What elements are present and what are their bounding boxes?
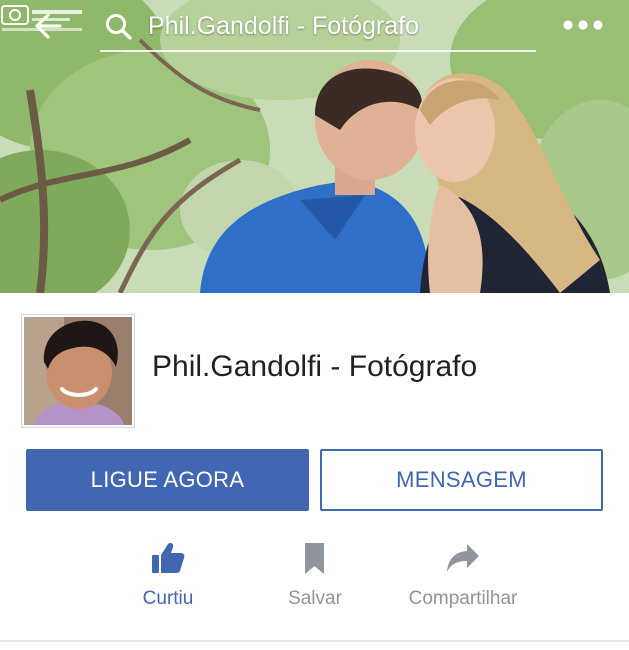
page-title: Phil.Gandolfi - Fotógrafo (152, 350, 478, 383)
profile-picture[interactable] (22, 315, 134, 427)
call-now-button[interactable]: LIGUE AGORA (26, 449, 309, 511)
like-action[interactable]: Curtiu (93, 540, 243, 610)
search-icon (104, 12, 134, 42)
save-action[interactable]: Salvar (240, 540, 390, 610)
share-action[interactable]: Compartilhar (388, 540, 538, 610)
back-arrow-icon[interactable] (30, 8, 66, 44)
like-label: Curtiu (142, 588, 194, 609)
share-label: Compartilhar (408, 588, 518, 609)
section-divider (0, 640, 629, 642)
thumbs-up-icon (93, 540, 243, 576)
search-bar[interactable]: Phil.Gandolfi - Fotógrafo (100, 6, 536, 52)
search-query-text[interactable]: Phil.Gandolfi - Fotógrafo (148, 12, 419, 41)
save-label: Salvar (288, 588, 342, 609)
bookmark-icon (240, 540, 390, 576)
more-dots-icon[interactable] (560, 12, 606, 38)
share-arrow-icon (388, 540, 538, 576)
message-button[interactable]: MENSAGEM (320, 449, 603, 511)
top-app-bar: Phil.Gandolfi - Fotógrafo (0, 0, 629, 52)
